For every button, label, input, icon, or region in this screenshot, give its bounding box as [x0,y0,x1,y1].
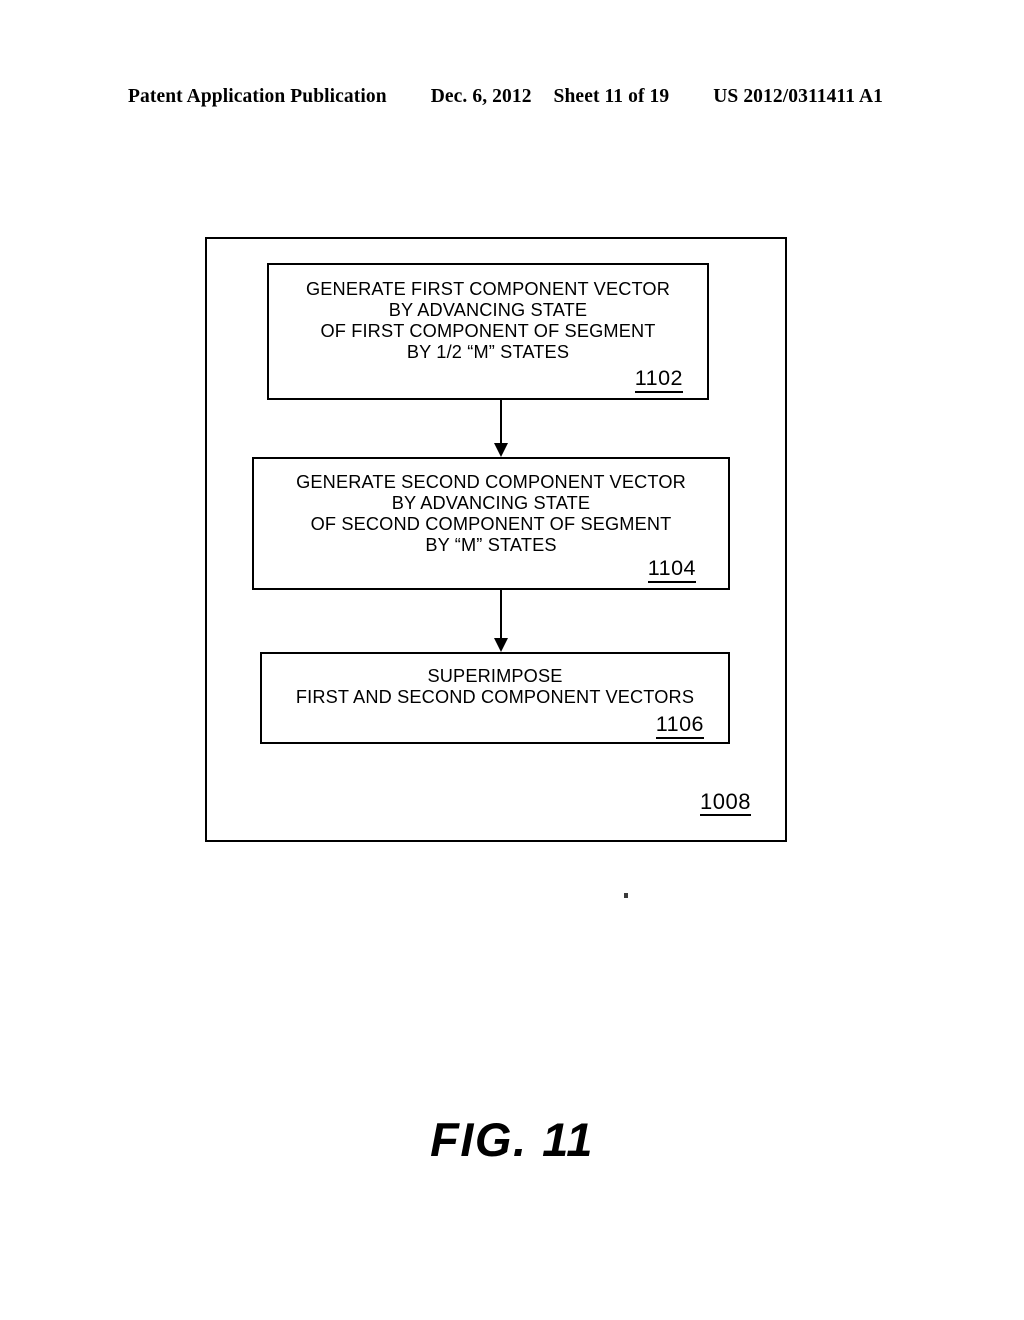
arrow-1102-to-1104 [494,400,508,457]
process-box-1102-line-3: OF FIRST COMPONENT OF SEGMENT [320,321,656,342]
process-box-1106-ref-number: 1106 [655,712,704,740]
process-box-1106-line-2: FIRST AND SECOND COMPONENT VECTORS [295,687,695,708]
process-box-1104-line-1: GENERATE SECOND COMPONENT VECTOR [296,472,686,492]
process-box-1104-ref-number: 1104 [647,556,696,584]
scan-artifact-speck [624,893,628,898]
process-box-1106-ref: 1106 [276,712,704,740]
process-box-1104-line-4: BY “M” STATES [425,535,557,556]
figure-caption: FIG. 11 [430,1113,594,1166]
arrow-shaft [500,590,502,640]
process-box-1102: GENERATE FIRST COMPONENT VECTOR BY ADVAN… [267,263,709,400]
process-box-1102-line-4: BY 1/2 “M” STATES [406,342,570,363]
arrow-head-icon [494,638,508,652]
process-box-1104-line-3: OF SECOND COMPONENT OF SEGMENT [310,514,672,535]
process-box-1104: GENERATE SECOND COMPONENT VECTOR BY ADVA… [252,457,730,590]
process-box-1104-line-2: BY ADVANCING STATE [391,493,591,514]
process-box-1106: SUPERIMPOSE FIRST AND SECOND COMPONENT V… [260,652,730,744]
process-box-1106-line-1: SUPERIMPOSE [427,666,563,686]
arrow-head-icon [494,443,508,457]
process-box-1102-line-1: GENERATE FIRST COMPONENT VECTOR [305,279,671,299]
process-box-1102-text: GENERATE FIRST COMPONENT VECTOR BY ADVAN… [283,279,693,363]
process-box-1104-ref: 1104 [268,556,696,584]
process-box-1106-text: SUPERIMPOSE FIRST AND SECOND COMPONENT V… [276,666,714,708]
arrow-shaft [500,400,502,445]
process-box-1102-ref-number: 1102 [634,366,683,394]
flowchart-container-1008: GENERATE FIRST COMPONENT VECTOR BY ADVAN… [205,237,787,842]
process-box-1104-text: GENERATE SECOND COMPONENT VECTOR BY ADVA… [268,472,714,556]
figure-area: GENERATE FIRST COMPONENT VECTOR BY ADVAN… [0,0,1024,1320]
arrow-1104-to-1106 [494,590,508,652]
process-box-1102-line-2: BY ADVANCING STATE [388,300,588,321]
process-box-1102-ref: 1102 [283,366,683,394]
flowchart-container-ref-number: 1008 [700,790,751,816]
